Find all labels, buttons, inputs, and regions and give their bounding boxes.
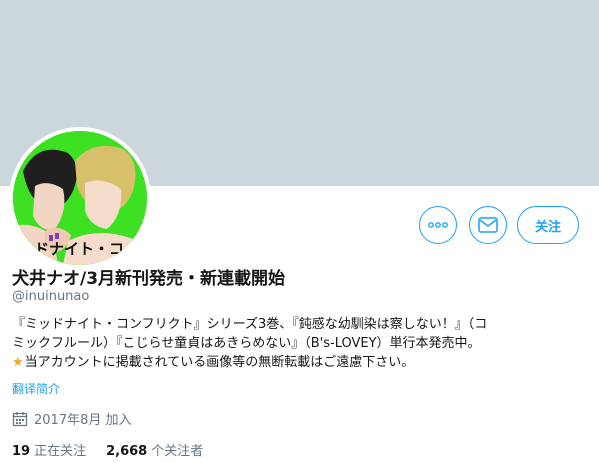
join-date: 2017年8月 加入	[12, 409, 132, 428]
following-count: 19	[12, 444, 31, 459]
followers-count: 2,668	[106, 444, 148, 459]
bio-line: 『ミッドナイト・コンフリクト』シリーズ3巻、『鈍感な幼馴染は察しない！』（コ	[12, 317, 488, 332]
followers-label: 个关注者	[151, 444, 204, 459]
avatar[interactable]: ッドナイト・コ	[9, 127, 151, 269]
avatar-title-text: ッドナイト・コ	[19, 240, 124, 258]
calendar-icon	[12, 411, 28, 426]
message-button[interactable]	[469, 206, 507, 244]
star-icon: ★	[12, 355, 24, 370]
profile-handle: @inuinunao	[12, 289, 90, 304]
profile-bio: 『ミッドナイト・コンフリクト』シリーズ3巻、『鈍感な幼馴染は察しない！』（コ ミ…	[12, 315, 590, 372]
follow-stats: 19 正在关注 2,668 个关注者	[12, 440, 203, 459]
avatar-image: ッドナイト・コ	[13, 131, 147, 265]
avatar-illustration: ッドナイト・コ	[13, 131, 147, 265]
more-icon	[428, 222, 448, 228]
translate-bio-link[interactable]: 翻译简介	[12, 380, 60, 397]
bio-line: ★当アカウントに掲載されている画像等の無断転載はご遠慮下さい。	[12, 353, 590, 372]
join-date-text: 2017年8月 加入	[34, 413, 132, 428]
follow-button[interactable]: 关注	[517, 206, 579, 244]
envelope-icon	[478, 217, 498, 233]
profile-name: 犬井ナオ/3月新刊発売・新連載開始	[12, 269, 286, 289]
bio-line: ミックフルール）『こじらせ童貞はあきらめない』（B's-LOVEY）単行本発売中…	[12, 336, 481, 351]
followers-link[interactable]: 2,668 个关注者	[106, 440, 203, 459]
following-link[interactable]: 19 正在关注	[12, 440, 86, 459]
following-label: 正在关注	[34, 444, 87, 459]
more-button[interactable]	[419, 206, 457, 244]
bio-line-text: 当アカウントに掲載されている画像等の無断転載はご遠慮下さい。	[24, 355, 415, 370]
